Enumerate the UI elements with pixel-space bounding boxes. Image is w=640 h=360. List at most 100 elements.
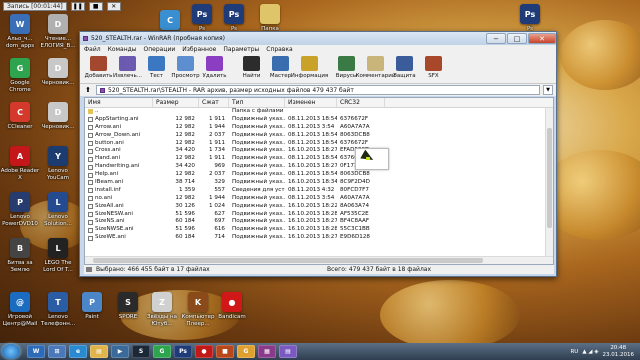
toolbar-button-1[interactable]: Добавить <box>84 56 113 79</box>
taskbar-app-4[interactable]: ▤ <box>90 345 108 358</box>
taskbar-app-10[interactable]: ■ <box>216 345 234 358</box>
toolbar-button-4[interactable]: Просмотр <box>171 56 200 79</box>
desktop-icon-11[interactable]: B Битва за Землю <box>0 238 40 273</box>
table-row[interactable]: Help.ani 12 982 2 037 Подвижный указ... 08.1… <box>85 171 553 179</box>
desktop-icon-6[interactable]: D Черновик... <box>38 102 78 131</box>
menu-options[interactable]: Параметры <box>223 46 259 53</box>
column-type[interactable]: Тип <box>229 98 285 107</box>
cell-modified: 16.10.2013 18:28 <box>288 210 337 217</box>
horizontal-scrollbar[interactable] <box>85 256 553 264</box>
column-packed[interactable]: Сжат <box>199 98 229 107</box>
toolbar-button-10[interactable]: Комментарий <box>356 56 395 79</box>
desktop-icon-8[interactable]: Y Lenovo YouCam <box>38 146 78 181</box>
minimize-button[interactable]: − <box>486 33 506 44</box>
cell-type: Подвижный указ... <box>232 171 285 178</box>
cell-type: Подвижный указ... <box>232 115 285 122</box>
table-row[interactable]: SizeAll.ani 30 126 1 024 Подвижный указ... 1… <box>85 203 553 211</box>
cell-crc: A60A7A7A <box>340 194 370 201</box>
recording-close-button[interactable]: ✕ <box>106 1 121 11</box>
table-row[interactable]: SizeNS.ani 60 184 697 Подвижный указ... 16.1… <box>85 218 553 226</box>
desktop-icon-7[interactable]: A Adobe Reader X <box>0 146 40 181</box>
taskbar-app-12[interactable]: ▦ <box>258 345 276 358</box>
table-row[interactable]: Cross.ani 34 420 1 734 Подвижный указ... 16.… <box>85 147 553 155</box>
toolbar-button-12[interactable]: SFX <box>419 56 448 79</box>
desktop-icon-23[interactable]: Папка <box>250 4 290 33</box>
desktop-icon-13[interactable]: @ Игровой Центр@Mail <box>0 292 40 327</box>
table-row[interactable]: no.ani 12 982 1 944 Подвижный указ... 08.11.… <box>85 195 553 203</box>
desktop-icon-15[interactable]: P Paint <box>72 292 112 321</box>
table-row[interactable]: SizeNESW.ani 51 596 627 Подвижный указ... 16… <box>85 211 553 219</box>
desktop-icon-2[interactable]: D Чтение... ЕЛОГИЯ_В... <box>38 14 78 49</box>
cell-packed: 697 <box>214 218 225 225</box>
recording-pause-button[interactable]: ❚❚ <box>70 1 85 11</box>
desktop-icon-19[interactable]: ● Bandicam <box>212 292 252 321</box>
toolbar-button-5[interactable]: Удалить <box>200 56 229 79</box>
toolbar-button-6[interactable]: Найти <box>237 56 266 79</box>
scroll-thumb[interactable] <box>93 258 483 263</box>
scroll-thumb[interactable] <box>547 128 552 228</box>
desktop-icon-17[interactable]: Z Звёзды на Ютуб... <box>142 292 182 327</box>
menu-help[interactable]: Справка <box>266 46 292 53</box>
column-modified[interactable]: Изменен <box>285 98 337 107</box>
table-row[interactable]: IBeam.ani 38 714 329 Подвижный указ... 16.10… <box>85 179 553 187</box>
cell-crc: 6376672F <box>340 139 369 146</box>
start-button[interactable] <box>2 344 20 359</box>
taskbar-app-7[interactable]: G <box>153 345 171 358</box>
maximize-button[interactable]: □ <box>507 33 527 44</box>
table-row[interactable]: Arrow_Down.ani 12 982 2 037 Подвижный указ.… <box>85 132 553 140</box>
taskbar-app-3[interactable]: e <box>69 345 87 358</box>
menu-commands[interactable]: Команды <box>108 46 137 53</box>
toolbar-button-11[interactable]: Защита <box>390 56 419 79</box>
toolbar-icon <box>119 56 136 71</box>
taskbar-app-1[interactable]: W <box>27 345 45 358</box>
cell-crc: 8A063A74 <box>340 202 370 209</box>
desktop-icon-9[interactable]: P Lenovo PowerDVD10 <box>0 192 40 227</box>
menu-operations[interactable]: Операции <box>144 46 176 53</box>
recording-timer: Запись [00:01:44] <box>3 1 67 11</box>
table-row[interactable]: SizeWE.ani 60 184 714 Подвижный указ... 16.1… <box>85 234 553 242</box>
vertical-scrollbar[interactable] <box>545 108 553 258</box>
taskbar-app-6[interactable]: S <box>132 345 150 358</box>
menu-file[interactable]: Файл <box>84 46 101 53</box>
desktop-icon-12[interactable]: L LEGO The Lord Of T... <box>38 238 78 273</box>
address-dropdown-button[interactable]: ▼ <box>543 85 553 95</box>
toolbar-button-3[interactable]: Тест <box>142 56 171 79</box>
desktop-icon-4[interactable]: D Черновик... <box>38 58 78 87</box>
desktop-icon-3[interactable]: G Google Chrome <box>0 58 40 93</box>
up-folder-button[interactable]: ⬆ <box>83 86 93 95</box>
desktop-icon-10[interactable]: L Lenovo Solution... <box>38 192 78 227</box>
cell-packed: 714 <box>214 234 225 241</box>
clock[interactable]: 20:48 23.01.2016 <box>603 345 635 358</box>
address-field[interactable]: 520_STEALTH.rar\STEALTH - RAR архив, раз… <box>96 85 540 95</box>
taskbar-app-13[interactable]: ▤ <box>279 345 297 358</box>
taskbar-app-5[interactable]: ▶ <box>111 345 129 358</box>
recording-stop-button[interactable]: ■ <box>88 1 103 11</box>
desktop-icon-22[interactable]: Ps Ps <box>214 4 254 33</box>
close-button[interactable]: ✕ <box>528 33 556 44</box>
file-rows: .. Папка с файлами AppStarting.ani 12 982 1 … <box>85 108 553 242</box>
column-size[interactable]: Размер <box>153 98 199 107</box>
table-row[interactable]: Hand.ani 12 982 1 911 Подвижный указ... 08.1… <box>85 155 553 163</box>
taskbar-app-9[interactable]: ● <box>195 345 213 358</box>
desktop-icon-5[interactable]: C CCleaner <box>0 102 40 131</box>
toolbar-button-2[interactable]: Извлечь... <box>113 56 142 79</box>
table-row[interactable]: install.inf 1 359 557 Сведения для уст... 08… <box>85 187 553 195</box>
taskbar-app-2[interactable]: ⊞ <box>48 345 66 358</box>
cell-modified: 08.11.2013 18:54 <box>288 155 337 162</box>
column-name[interactable]: Имя <box>85 98 153 107</box>
table-row[interactable]: .. Папка с файлами <box>85 108 553 116</box>
taskbar-app-8[interactable]: Ps <box>174 345 192 358</box>
toolbar-button-8[interactable]: Информация <box>291 56 328 79</box>
menu-favorites[interactable]: Избранное <box>182 46 216 53</box>
table-row[interactable]: button.ani 12 982 1 911 Подвижный указ... 08… <box>85 140 553 148</box>
column-crc[interactable]: CRC32 <box>337 98 385 107</box>
table-row[interactable]: Handwriting.ani 34 420 969 Подвижный указ..… <box>85 163 553 171</box>
desktop-icon-24[interactable]: Ps Ps <box>510 4 550 33</box>
title-bar[interactable]: 520_STEALTH.rar - WinRAR (пробная копия)… <box>80 32 556 45</box>
table-row[interactable]: SizeNWSE.ani 51 596 616 Подвижный указ... 16… <box>85 226 553 234</box>
taskbar-app-11[interactable]: G <box>237 345 255 358</box>
table-row[interactable]: Arrow.ani 12 982 1 944 Подвижный указ... 08.… <box>85 124 553 132</box>
table-row[interactable]: AppStarting.ani 12 982 1 911 Подвижный указ… <box>85 116 553 124</box>
language-indicator[interactable]: RU <box>570 349 578 355</box>
desktop-icon-1[interactable]: W Альо_ч... dom_apps <box>0 14 40 49</box>
